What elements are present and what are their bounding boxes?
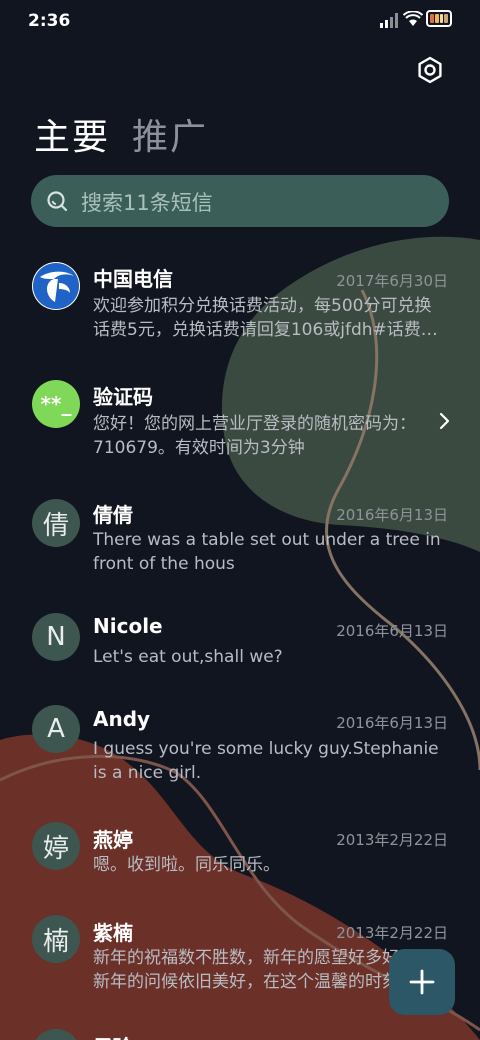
gear-icon[interactable] — [414, 54, 446, 86]
message-preview: Let's eat out,shall we? — [93, 647, 283, 667]
conversation-item[interactable]: A Andy 2016年6月13日 I guess you're some lu… — [0, 703, 480, 793]
avatar: 倩 — [32, 499, 80, 547]
conversation-item[interactable]: N Nicole 2016年6月13日 Let's eat out,shall … — [0, 610, 480, 680]
signal-icon — [380, 13, 398, 28]
contact-name: Nicole — [93, 614, 163, 638]
contact-name: Andy — [93, 707, 151, 731]
chevron-right-icon[interactable] — [437, 412, 451, 430]
tab-bar: 主要 推广 — [34, 104, 208, 160]
avatar: 楠 — [32, 915, 80, 963]
conversation-item[interactable]: 婷 燕婷 2013年2月22日 嗯。收到啦。同乐同乐。 — [0, 820, 480, 890]
message-date: 2016年6月13日 — [336, 506, 448, 524]
search-icon — [47, 191, 68, 212]
new-message-button[interactable] — [389, 949, 455, 1015]
status-bar: 2:36 — [0, 0, 480, 42]
conversation-item[interactable]: 倩 倩倩 2016年6月13日 There was a table set ou… — [0, 495, 480, 585]
contact-name: 子玲 — [93, 1031, 133, 1040]
message-date: 2016年6月13日 — [336, 714, 448, 732]
contact-name: 中国电信 — [93, 267, 173, 291]
avatar: N — [32, 613, 80, 661]
avatar — [32, 1029, 80, 1040]
message-date: 2013年2月22日 — [336, 831, 448, 849]
message-preview: There was a table set out under a tree i… — [93, 530, 441, 574]
message-preview: I guess you're some lucky guy.Stephanie … — [93, 739, 439, 783]
wifi-icon — [403, 11, 423, 26]
avatar: **_ — [32, 380, 80, 428]
message-preview: 嗯。收到啦。同乐同乐。 — [93, 855, 280, 875]
battery-icon — [426, 10, 452, 27]
search-bar[interactable]: 搜索11条短信 — [31, 175, 449, 227]
contact-name: 验证码 — [93, 385, 153, 409]
avatar: 婷 — [32, 822, 80, 870]
tab-promotions[interactable]: 推广 — [132, 108, 208, 160]
message-date: 2017年6月30日 — [336, 272, 448, 290]
contact-name: 紫楠 — [93, 921, 133, 945]
conversation-item[interactable]: **_ 验证码 您好！您的网上营业厅登录的随机密码为： 710679。有效时间为… — [0, 378, 480, 468]
message-preview: 新年的祝福数不胜数，新年的愿望好多好多， 新年的问候依旧美好，在这个温馨的时刻… — [93, 948, 423, 992]
conversation-item[interactable]: 中国电信 2017年6月30日 欢迎参加积分兑换话费活动，每500分可兑换 话费… — [0, 258, 480, 348]
search-placeholder: 搜索11条短信 — [81, 191, 213, 215]
message-preview: 您好！您的网上营业厅登录的随机密码为： 710679。有效时间为3分钟 — [93, 414, 416, 458]
contact-name: 燕婷 — [93, 828, 133, 852]
message-date: 2013年2月22日 — [336, 924, 448, 942]
conversation-item[interactable]: 子玲 — [0, 1025, 480, 1040]
china-telecom-logo-icon — [32, 262, 80, 310]
tab-primary[interactable]: 主要 — [34, 108, 110, 160]
status-time: 2:36 — [28, 11, 71, 31]
message-date: 2016年6月13日 — [336, 622, 448, 640]
message-preview: 欢迎参加积分兑换话费活动，每500分可兑换 话费5元，兑换话费请回复106或jf… — [93, 296, 438, 340]
plus-icon — [409, 969, 435, 995]
contact-name: 倩倩 — [93, 503, 133, 527]
avatar: A — [32, 705, 80, 753]
